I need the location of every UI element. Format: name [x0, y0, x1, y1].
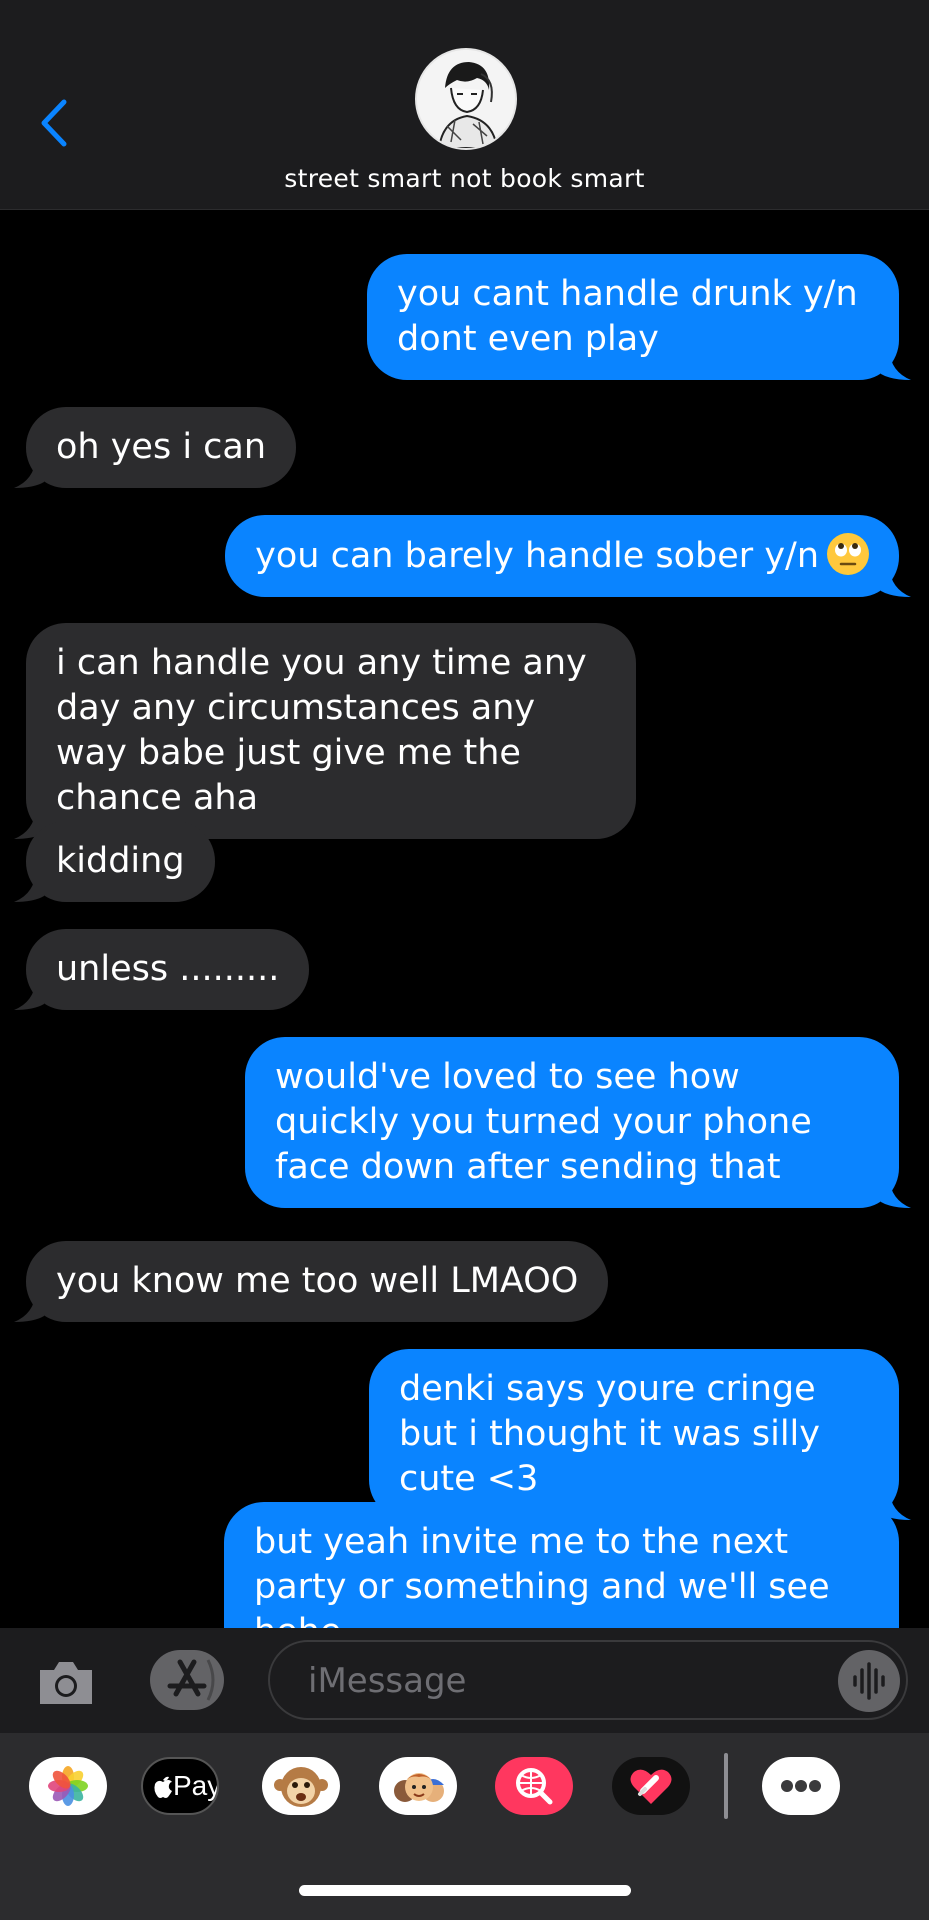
- more-apps-button[interactable]: [762, 1757, 840, 1815]
- home-indicator[interactable]: [299, 1885, 631, 1896]
- message-sent[interactable]: you can barely handle sober y/n: [225, 515, 911, 597]
- message-received[interactable]: oh yes i can: [14, 407, 297, 488]
- message-sent[interactable]: you cant handle drunk y/n dont even play: [367, 254, 911, 380]
- camera-icon: [40, 1662, 92, 1704]
- message-bubble[interactable]: unless .........: [26, 929, 310, 1010]
- digital-touch-icon: [630, 1769, 672, 1804]
- message-bubble[interactable]: i can handle you any time any day any ci…: [26, 623, 636, 839]
- animoji-app-button[interactable]: [262, 1757, 340, 1815]
- tray-divider: [724, 1753, 728, 1819]
- app-drawer: Pay: [0, 1733, 929, 1920]
- message-text: you cant handle drunk y/n dont even play: [397, 274, 858, 359]
- image-search-app-button[interactable]: [495, 1757, 573, 1815]
- apple-pay-app-button[interactable]: Pay: [141, 1757, 219, 1815]
- message-bubble[interactable]: you can barely handle sober y/n: [225, 515, 899, 597]
- message-bubble[interactable]: but yeah invite me to the next party or …: [224, 1502, 899, 1628]
- message-received[interactable]: i can handle you any time any day any ci…: [14, 623, 636, 839]
- waveform-icon: [853, 1662, 885, 1700]
- photos-app-button[interactable]: [29, 1757, 107, 1815]
- message-received[interactable]: unless .........: [14, 929, 310, 1010]
- message-thread[interactable]: you cant handle drunk y/n dont even play…: [0, 210, 929, 1628]
- message-text: but yeah invite me to the next party or …: [254, 1522, 830, 1628]
- bubble-tail: [14, 1292, 44, 1322]
- message-text: unless .........: [56, 949, 280, 989]
- message-bubble[interactable]: oh yes i can: [26, 407, 297, 488]
- chevron-left-icon: [41, 99, 67, 147]
- message-bubble[interactable]: you know me too well LMAOO: [26, 1241, 609, 1322]
- bubble-tail: [881, 1178, 911, 1208]
- animoji-icon: [274, 1767, 328, 1807]
- back-button[interactable]: [36, 98, 76, 148]
- message-sent[interactable]: but yeah invite me to the next party or …: [224, 1502, 899, 1628]
- message-bubble[interactable]: denki says youre cringe but i thought it…: [369, 1349, 899, 1520]
- app-store-button[interactable]: [150, 1650, 224, 1710]
- memoji-icon: [394, 1773, 444, 1802]
- eye-roll-emoji-icon: [827, 533, 869, 575]
- photos-icon: [48, 1766, 88, 1806]
- avatar-illustration: [417, 50, 515, 148]
- message-text: you know me too well LMAOO: [56, 1261, 579, 1301]
- message-bubble[interactable]: kidding: [26, 821, 215, 902]
- more-icon: [781, 1780, 821, 1792]
- message-sent[interactable]: denki says youre cringe but i thought it…: [369, 1349, 911, 1520]
- conversation-header: street smart not book smart: [0, 0, 929, 210]
- compose-bar: [0, 1628, 929, 1733]
- message-text: would've loved to see how quickly you tu…: [275, 1057, 812, 1187]
- message-input[interactable]: [306, 1642, 810, 1720]
- message-bubble[interactable]: would've loved to see how quickly you tu…: [245, 1037, 899, 1208]
- bubble-tail: [14, 872, 44, 902]
- audio-message-button[interactable]: [838, 1650, 900, 1712]
- message-received[interactable]: you know me too well LMAOO: [14, 1241, 609, 1322]
- imessage-field[interactable]: [268, 1640, 908, 1720]
- image-search-icon: [516, 1768, 553, 1805]
- message-bubble[interactable]: you cant handle drunk y/n dont even play: [367, 254, 899, 380]
- apple-pay-label: Pay: [173, 1770, 219, 1801]
- message-text: kidding: [56, 841, 185, 881]
- contact-avatar[interactable]: [415, 48, 517, 150]
- contact-name[interactable]: street smart not book smart: [0, 164, 929, 193]
- memoji-app-button[interactable]: [379, 1757, 457, 1815]
- message-text: oh yes i can: [56, 427, 267, 467]
- message-sent[interactable]: would've loved to see how quickly you tu…: [245, 1037, 911, 1208]
- message-text: you can barely handle sober y/n: [255, 536, 819, 576]
- bubble-tail: [14, 980, 44, 1010]
- apple-pay-icon: [154, 1776, 172, 1798]
- bubble-tail: [881, 567, 911, 597]
- message-text: denki says youre cringe but i thought it…: [399, 1369, 820, 1499]
- app-store-icon: [167, 1659, 215, 1701]
- digital-touch-app-button[interactable]: [612, 1757, 690, 1815]
- message-received[interactable]: kidding: [14, 821, 215, 902]
- camera-button[interactable]: [36, 1658, 96, 1708]
- message-text: i can handle you any time any day any ci…: [56, 643, 587, 818]
- bubble-tail: [14, 458, 44, 488]
- bubble-tail: [881, 350, 911, 380]
